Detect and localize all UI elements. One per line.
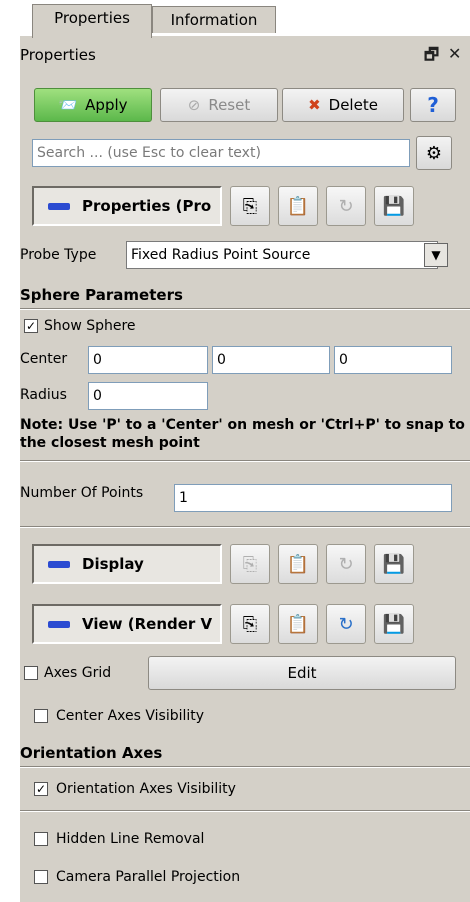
probe-type-select[interactable]: Fixed Radius Point Source <box>126 241 438 269</box>
view-group-toggle[interactable]: View (Render V <box>32 604 222 644</box>
save-icon: 💾 <box>382 553 406 575</box>
divider <box>20 460 470 462</box>
divider <box>20 810 470 812</box>
reload-icon: ↻ <box>338 553 354 575</box>
reload-button[interactable]: ↻ <box>326 186 366 226</box>
search-input[interactable]: Search ... (use Esc to clear text) <box>32 139 410 167</box>
panel-title: Properties <box>20 46 96 64</box>
close-icon[interactable]: ✕ <box>448 44 461 63</box>
gear-icon: ⚙ <box>425 142 443 164</box>
divider <box>20 308 470 310</box>
hidden-line-checkbox[interactable] <box>34 832 48 846</box>
axes-grid-checkbox[interactable] <box>24 666 38 680</box>
panel-titlebar: Properties 🗗 ✕ <box>20 38 470 70</box>
center-z-input[interactable]: 0 <box>334 346 452 374</box>
display-reload-button[interactable]: ↻ <box>326 544 366 584</box>
apply-label: Apply <box>85 96 128 114</box>
save-icon: 💾 <box>382 195 406 217</box>
hidden-line-label: Hidden Line Removal <box>56 831 205 847</box>
center-y-input[interactable]: 0 <box>212 346 330 374</box>
display-group-label: Display <box>82 555 144 573</box>
collapse-icon <box>48 620 70 628</box>
display-save-button[interactable]: 💾 <box>374 544 414 584</box>
paste-icon: 📋 <box>286 195 310 217</box>
save-button[interactable]: 💾 <box>374 186 414 226</box>
sphere-note: Note: Use 'P' to a 'Center' on mesh or '… <box>20 417 465 451</box>
help-icon: ? <box>427 93 439 117</box>
center-x-input[interactable]: 0 <box>88 346 208 374</box>
radius-label: Radius <box>20 387 67 403</box>
collapse-icon <box>48 202 70 210</box>
tab-properties[interactable]: Properties <box>32 4 152 38</box>
tab-information[interactable]: Information <box>152 6 276 33</box>
center-axes-checkbox[interactable] <box>34 709 48 723</box>
properties-group-toggle[interactable]: Properties (Pro <box>32 186 222 226</box>
paste-button[interactable]: 📋 <box>278 186 318 226</box>
paste-icon: 📋 <box>286 613 310 635</box>
view-reload-button[interactable]: ↻ <box>326 604 366 644</box>
edit-label: Edit <box>287 664 317 682</box>
divider <box>20 766 470 768</box>
tab-bar: Properties Information <box>20 0 470 38</box>
view-copy-button[interactable]: ⎘ <box>230 604 270 644</box>
axes-grid-edit-button[interactable]: Edit <box>148 656 456 690</box>
radius-input[interactable]: 0 <box>88 382 208 410</box>
view-paste-button[interactable]: 📋 <box>278 604 318 644</box>
axes-grid-label: Axes Grid <box>44 665 112 681</box>
orientation-visibility-checkbox[interactable]: ✓ <box>34 782 48 796</box>
reset-label: Reset <box>208 96 251 114</box>
camera-parallel-label: Camera Parallel Projection <box>56 869 241 885</box>
show-sphere-label: Show Sphere <box>44 318 136 334</box>
number-of-points-input[interactable]: 1 <box>174 484 452 512</box>
display-group-toggle[interactable]: Display <box>32 544 222 584</box>
collapse-icon <box>48 560 70 568</box>
chevron-down-icon[interactable]: ▼ <box>424 243 448 267</box>
reset-button[interactable]: ⊘ Reset <box>160 88 278 122</box>
copy-button[interactable]: ⎘ <box>230 186 270 226</box>
float-window-icon[interactable]: 🗗 <box>424 44 439 71</box>
search-settings-button[interactable]: ⚙ <box>416 136 452 170</box>
view-group-label: View (Render V <box>82 615 213 633</box>
apply-icon: 📨 <box>58 96 78 114</box>
camera-parallel-checkbox[interactable] <box>34 870 48 884</box>
probe-type-label: Probe Type <box>20 247 97 263</box>
orientation-axes-title: Orientation Axes <box>20 744 163 762</box>
reset-icon: ⊘ <box>187 96 201 114</box>
sphere-parameters-title: Sphere Parameters <box>20 286 183 304</box>
copy-icon: ⎘ <box>242 553 258 575</box>
save-icon: 💾 <box>382 613 406 635</box>
center-label: Center <box>20 351 68 367</box>
copy-icon: ⎘ <box>242 613 258 635</box>
display-copy-button[interactable]: ⎘ <box>230 544 270 584</box>
properties-group-label: Properties (Pro <box>82 197 212 215</box>
view-save-button[interactable]: 💾 <box>374 604 414 644</box>
delete-icon: ✖ <box>308 96 321 114</box>
divider <box>20 526 470 528</box>
paste-icon: 📋 <box>286 553 310 575</box>
orientation-visibility-label: Orientation Axes Visibility <box>56 781 236 797</box>
copy-icon: ⎘ <box>242 195 258 217</box>
reload-icon: ↻ <box>338 195 354 217</box>
properties-panel: Properties Information Properties 🗗 ✕ 📨 … <box>20 0 470 902</box>
delete-button[interactable]: ✖ Delete <box>282 88 404 122</box>
reload-icon: ↻ <box>338 613 354 635</box>
help-button[interactable]: ? <box>410 88 456 122</box>
apply-button[interactable]: 📨 Apply <box>34 88 152 122</box>
display-paste-button[interactable]: 📋 <box>278 544 318 584</box>
delete-label: Delete <box>328 96 378 114</box>
show-sphere-checkbox[interactable]: ✓ <box>24 319 38 333</box>
center-axes-label: Center Axes Visibility <box>56 708 205 724</box>
number-of-points-label: Number Of Points <box>20 485 144 501</box>
